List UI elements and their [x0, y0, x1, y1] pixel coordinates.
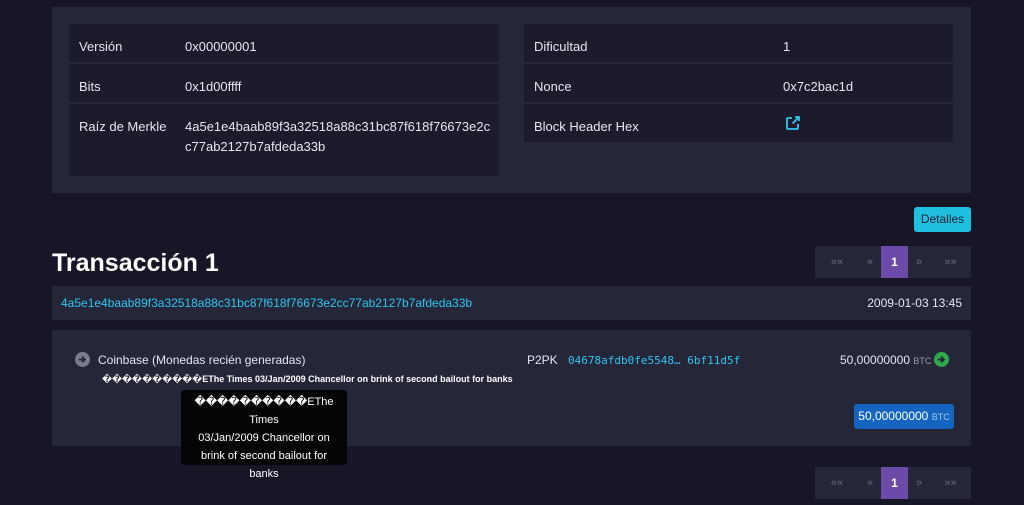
merkle-root-value-line1: 4a5e1e4baab89f3a32518a88c31bc87f618f7667… — [185, 119, 491, 134]
bits-row: Bits 0x1d00ffff — [69, 64, 499, 102]
pagination-top: «« « 1 » »» — [815, 246, 971, 278]
block-header-hex-label: Block Header Hex — [534, 119, 639, 134]
page-next-button[interactable]: » — [908, 467, 930, 499]
coinbase-message[interactable]: ����������EThe Times 03/Jan/2009 Chancel… — [102, 374, 513, 385]
page-last-button[interactable]: »» — [930, 467, 971, 499]
coinbase-tooltip: ����������EThe Times 03/Jan/2009 Chancel… — [181, 390, 347, 480]
transaction-title: Transacción 1 — [52, 249, 219, 277]
output-amount-unit: BTC — [913, 356, 932, 366]
pagination-bottom: «« « 1 » »» — [815, 467, 971, 499]
transaction-header: 4a5e1e4baab89f3a32518a88c31bc87f618f7667… — [52, 286, 971, 320]
tooltip-line-4: banks — [249, 468, 279, 480]
bits-label: Bits — [79, 79, 101, 94]
page-prev-button[interactable]: « — [859, 246, 881, 278]
difficulty-value: 1 — [783, 39, 791, 54]
nonce-row: Nonce 0x7c2bac1d — [524, 64, 953, 102]
arrow-right-circle-icon[interactable] — [934, 352, 949, 367]
output-address-link[interactable]: 04678afdb0fe5548… 6bf11d5f — [568, 354, 740, 367]
output-amount: 50,00000000 BTC — [840, 353, 931, 367]
page-prev-button[interactable]: « — [859, 467, 881, 499]
total-amount-value: 50,00000000 — [858, 409, 929, 423]
tooltip-line-1: ����������EThe Times — [194, 396, 334, 426]
block-header-card: Versión 0x00000001 Bits 0x1d00ffff Raíz … — [52, 7, 971, 193]
arrow-right-circle-icon[interactable] — [75, 352, 90, 367]
version-value: 0x00000001 — [185, 39, 257, 54]
output-amount-value: 50,00000000 — [840, 353, 911, 367]
block-header-hex-row: Block Header Hex — [524, 104, 953, 142]
total-amount-unit: BTC — [931, 412, 950, 422]
transaction-date: 2009-01-03 13:45 — [867, 296, 962, 310]
transaction-total-button[interactable]: 50,00000000 BTC — [854, 404, 954, 429]
output-script-type: P2PK — [527, 353, 558, 367]
coinbase-input-label: Coinbase (Monedas recién generadas) — [98, 353, 306, 367]
details-button[interactable]: Detalles — [914, 207, 971, 232]
page-current-button[interactable]: 1 — [881, 467, 908, 499]
page-next-button[interactable]: » — [908, 246, 930, 278]
page-current-button[interactable]: 1 — [881, 246, 908, 278]
tooltip-line-3: brink of second bailout for — [201, 450, 327, 462]
page-first-button[interactable]: «« — [815, 467, 859, 499]
merkle-root-value-line2: c77ab2127b7afdeda33b — [185, 139, 326, 154]
tooltip-line-2: 03/Jan/2009 Chancellor on — [198, 432, 330, 444]
bits-value: 0x1d00ffff — [185, 79, 242, 94]
version-row: Versión 0x00000001 — [69, 24, 499, 62]
merkle-root-row: Raíz de Merkle 4a5e1e4baab89f3a32518a88c… — [69, 104, 499, 176]
external-link-icon[interactable] — [785, 115, 801, 131]
page-last-button[interactable]: »» — [930, 246, 971, 278]
transaction-hash-link[interactable]: 4a5e1e4baab89f3a32518a88c31bc87f618f7667… — [61, 296, 472, 310]
difficulty-label: Dificultad — [534, 39, 588, 54]
version-label: Versión — [79, 39, 123, 54]
nonce-value: 0x7c2bac1d — [783, 79, 854, 94]
nonce-label: Nonce — [534, 79, 572, 94]
page-first-button[interactable]: «« — [815, 246, 859, 278]
difficulty-row: Dificultad 1 — [524, 24, 953, 62]
merkle-root-label: Raíz de Merkle — [79, 119, 167, 134]
